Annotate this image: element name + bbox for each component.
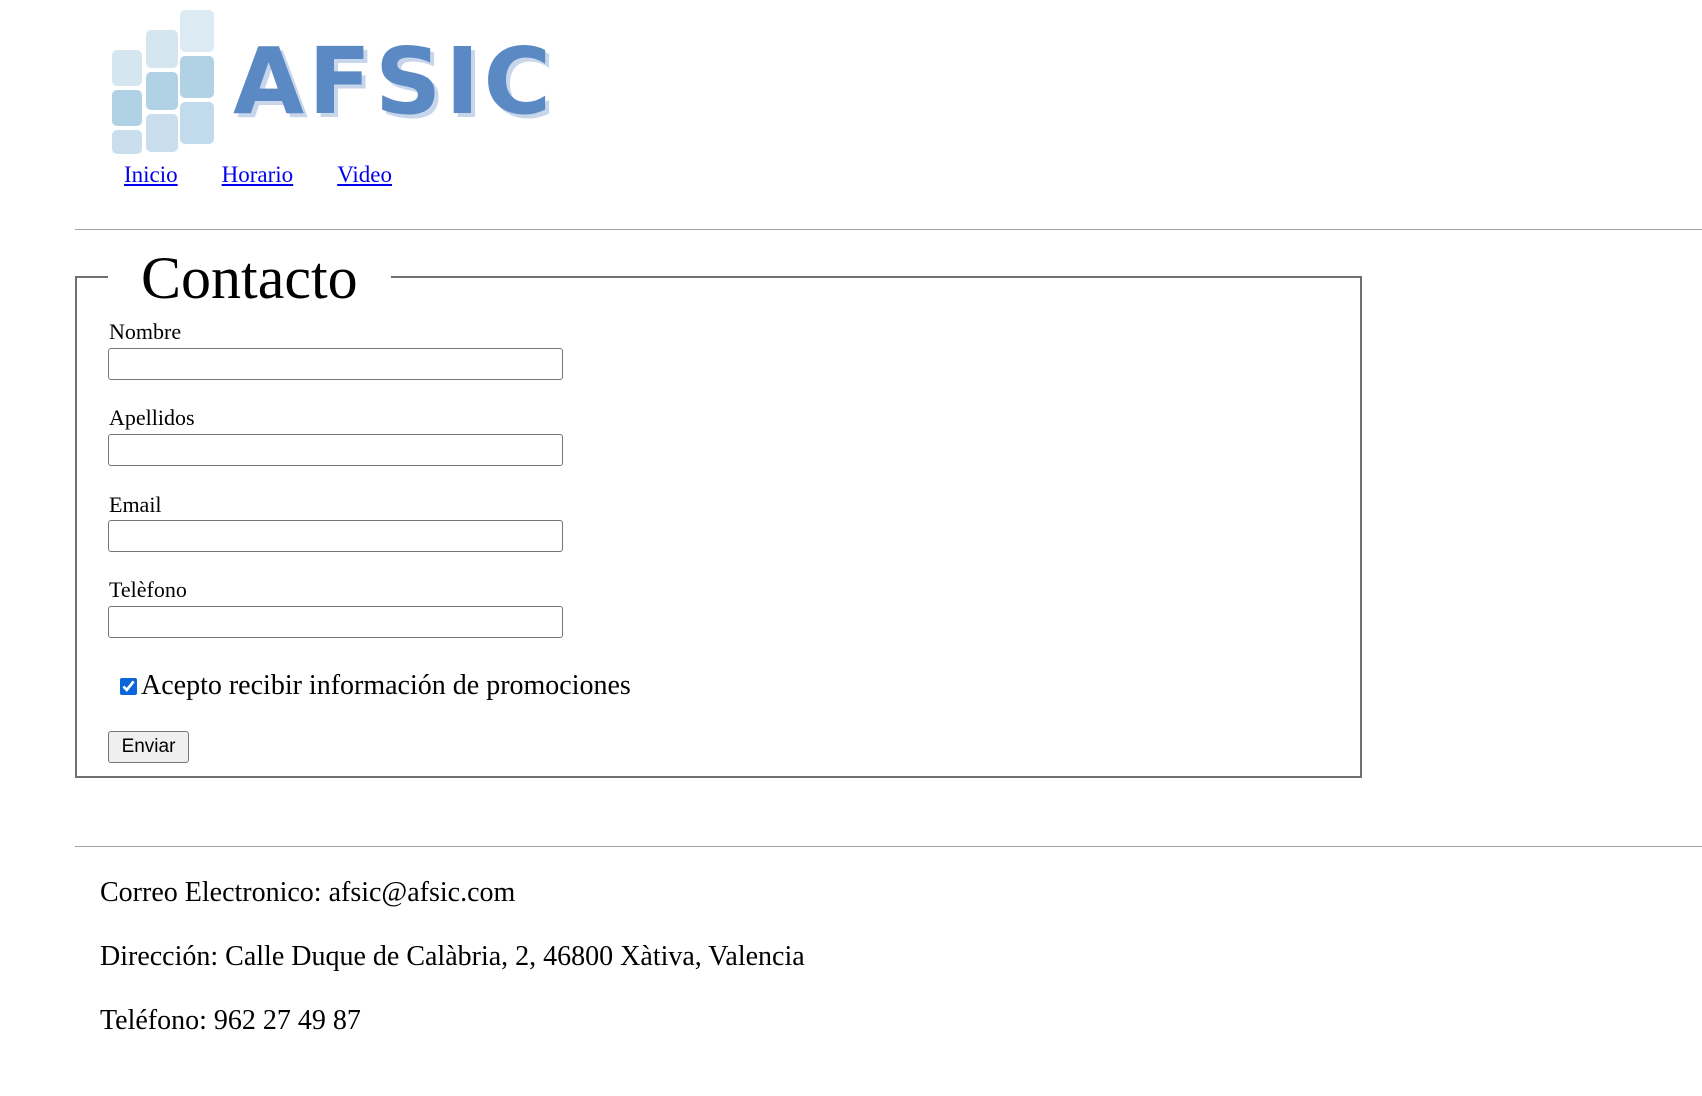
- telefono-input[interactable]: [108, 606, 563, 638]
- apellidos-label: Apellidos: [109, 405, 195, 430]
- nav-link-video[interactable]: Video: [337, 162, 392, 187]
- nombre-input[interactable]: [108, 348, 563, 380]
- page: AFSIC Inicio Horario Video Contacto Nombre…: [0, 0, 1702, 1096]
- logo-text: AFSIC: [233, 28, 556, 135]
- email-label: Email: [109, 492, 162, 517]
- promotions-label[interactable]: Acepto recibir información de promocione…: [141, 670, 631, 702]
- afsic-logo: AFSIC: [108, 6, 551, 156]
- logo-tiles-graphic: [112, 10, 214, 154]
- footer-email: Correo Electronico: afsic@afsic.com: [100, 877, 516, 908]
- bottom-divider: [75, 846, 1702, 847]
- main-nav: Inicio Horario Video: [124, 162, 436, 188]
- footer-phone: Teléfono: 962 27 49 87: [100, 1005, 361, 1036]
- telefono-label: Telèfono: [109, 577, 187, 602]
- footer-address: Dirección: Calle Duque de Calàbria, 2, 4…: [100, 941, 805, 972]
- nombre-label: Nombre: [109, 319, 182, 344]
- email-input[interactable]: [108, 520, 563, 552]
- promotions-checkbox[interactable]: [120, 677, 137, 695]
- promotions-row: Acepto recibir información de promocione…: [120, 670, 631, 702]
- contact-legend: Contacto: [108, 242, 391, 314]
- nav-link-inicio[interactable]: Inicio: [124, 162, 178, 187]
- submit-button[interactable]: Enviar: [108, 731, 189, 763]
- apellidos-input[interactable]: [108, 434, 563, 466]
- contact-fieldset: Contacto Nombre Apellidos Email Telèfono…: [75, 242, 1362, 778]
- top-divider: [75, 229, 1702, 230]
- nav-link-horario[interactable]: Horario: [222, 162, 294, 187]
